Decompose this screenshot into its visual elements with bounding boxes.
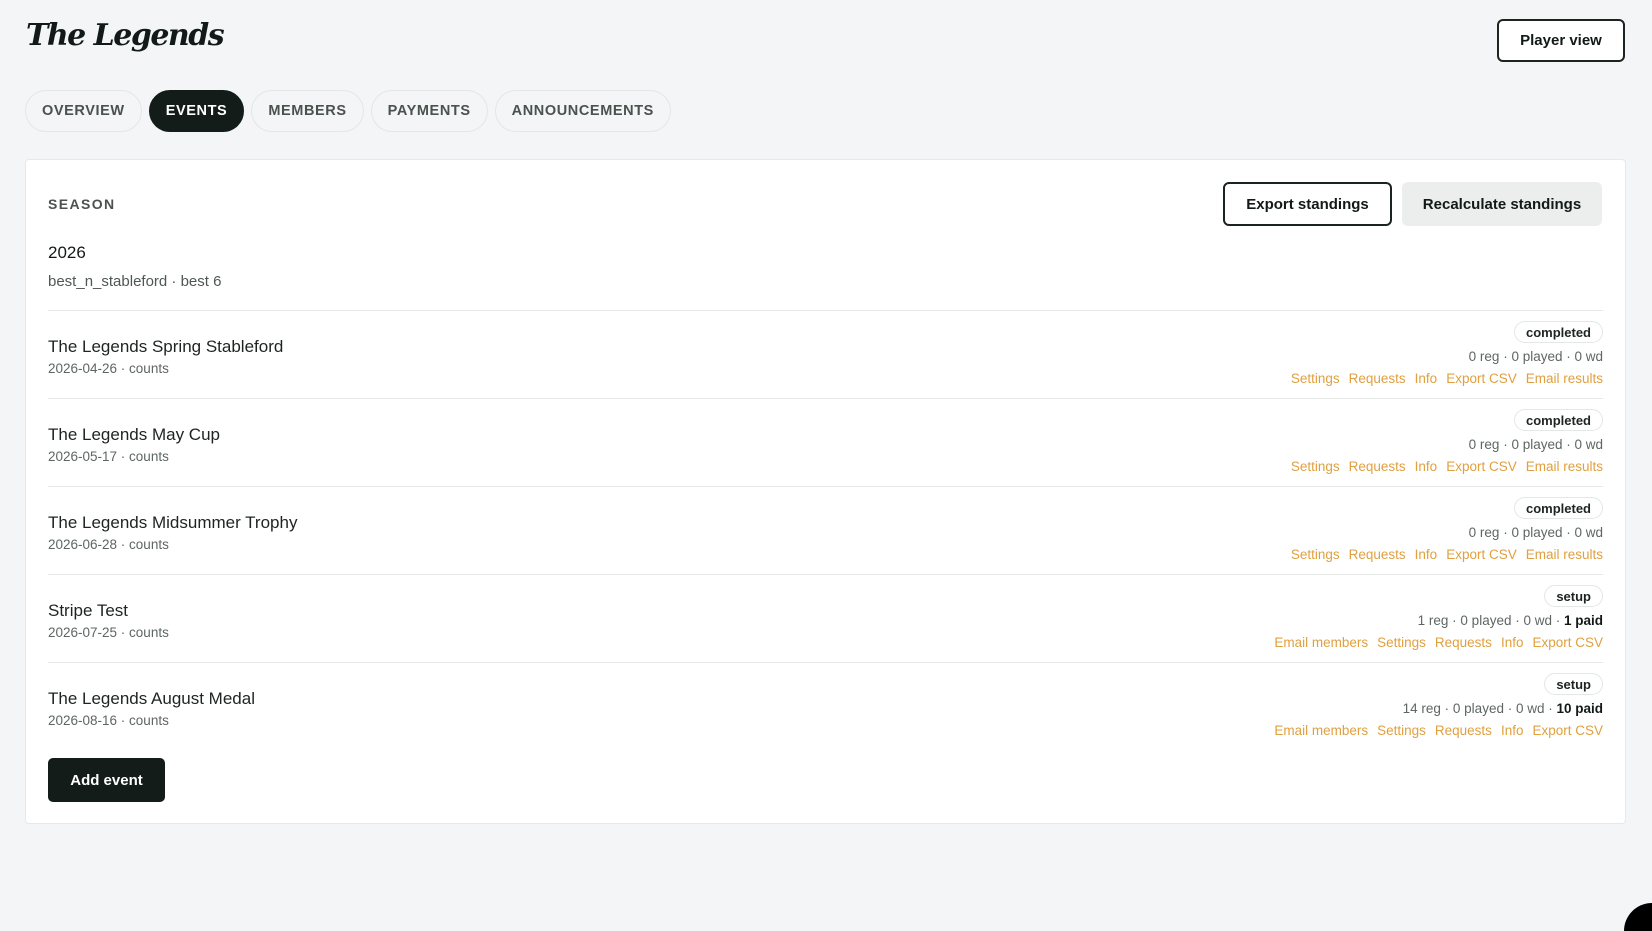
event-stats: 1 reg · 0 played · 0 wd · 1 paid [1418,612,1603,630]
event-paid-count: 10 paid [1556,701,1603,716]
app-logo: The Legends [26,18,225,53]
event-stats-counts: 0 reg · 0 played · 0 wd [1468,437,1603,452]
tab-announcements[interactable]: ANNOUNCEMENTS [494,90,671,132]
settings-link[interactable]: Settings [1291,458,1340,476]
player-view-button[interactable]: Player view [1497,19,1625,62]
email-results-link[interactable]: Email results [1526,458,1603,476]
event-name: The Legends Spring Stableford [48,337,284,356]
main-tabs: OVERVIEW EVENTS MEMBERS PAYMENTS ANNOUNC… [25,90,671,132]
season-card: SEASON Export standings Recalculate stan… [25,159,1626,824]
season-label: SEASON [48,196,116,212]
event-name: The Legends May Cup [48,425,220,444]
event-meta: 2026-05-17 · counts [48,449,169,464]
settings-link[interactable]: Settings [1291,370,1340,388]
email-results-link[interactable]: Email results [1526,370,1603,388]
event-row: The Legends August Medal 2026-08-16 · co… [48,662,1603,750]
event-name: The Legends August Medal [48,689,255,708]
tab-events[interactable]: EVENTS [148,90,245,132]
event-row: Stripe Test 2026-07-25 · counts setup 1 … [48,574,1603,662]
event-stats-counts: 1 reg · 0 played · 0 wd · [1417,613,1564,628]
status-badge: completed [1513,497,1603,519]
info-link[interactable]: Info [1415,370,1438,388]
email-members-link[interactable]: Email members [1274,634,1368,652]
event-stats-counts: 0 reg · 0 played · 0 wd [1468,349,1603,364]
event-actions: Email members Settings Requests Info Exp… [1274,722,1603,740]
requests-link[interactable]: Requests [1435,722,1492,740]
export-csv-link[interactable]: Export CSV [1446,370,1517,388]
export-csv-link[interactable]: Export CSV [1532,634,1603,652]
tab-payments[interactable]: PAYMENTS [370,90,488,132]
recalculate-standings-button[interactable]: Recalculate standings [1402,182,1602,226]
event-name: Stripe Test [48,601,129,620]
event-meta: 2026-07-25 · counts [48,625,169,640]
season-format: best_n_stableford · best 6 [48,273,222,290]
event-meta: 2026-04-26 · counts [48,361,169,376]
event-meta: 2026-08-16 · counts [48,713,169,728]
tab-members[interactable]: MEMBERS [251,90,364,132]
status-badge: setup [1544,585,1603,607]
event-stats: 14 reg · 0 played · 0 wd · 10 paid [1403,700,1603,718]
event-list: The Legends Spring Stableford 2026-04-26… [48,310,1603,750]
event-name: The Legends Midsummer Trophy [48,513,298,532]
info-link[interactable]: Info [1415,546,1438,564]
season-year: 2026 [48,243,86,262]
info-link[interactable]: Info [1415,458,1438,476]
event-actions: Email members Settings Requests Info Exp… [1274,634,1603,652]
status-badge: setup [1544,673,1603,695]
settings-link[interactable]: Settings [1377,722,1426,740]
event-stats-counts: 0 reg · 0 played · 0 wd [1468,525,1603,540]
event-paid-count: 1 paid [1563,613,1603,628]
event-row: The Legends Spring Stableford 2026-04-26… [48,310,1603,398]
info-link[interactable]: Info [1501,634,1524,652]
requests-link[interactable]: Requests [1349,370,1406,388]
requests-link[interactable]: Requests [1349,458,1406,476]
add-event-button[interactable]: Add event [48,758,165,802]
export-csv-link[interactable]: Export CSV [1532,722,1603,740]
event-actions: Settings Requests Info Export CSV Email … [1291,370,1603,388]
settings-link[interactable]: Settings [1291,546,1340,564]
window-corner [1624,903,1652,931]
event-actions: Settings Requests Info Export CSV Email … [1291,458,1603,476]
settings-link[interactable]: Settings [1377,634,1426,652]
info-link[interactable]: Info [1501,722,1524,740]
requests-link[interactable]: Requests [1349,546,1406,564]
tab-overview[interactable]: OVERVIEW [25,90,142,132]
event-row: The Legends Midsummer Trophy 2026-06-28 … [48,486,1603,574]
event-meta: 2026-06-28 · counts [48,537,169,552]
email-results-link[interactable]: Email results [1526,546,1603,564]
email-members-link[interactable]: Email members [1274,722,1368,740]
export-standings-button[interactable]: Export standings [1223,182,1392,226]
event-actions: Settings Requests Info Export CSV Email … [1291,546,1603,564]
export-csv-link[interactable]: Export CSV [1446,458,1517,476]
event-stats-counts: 14 reg · 0 played · 0 wd · [1402,701,1557,716]
status-badge: completed [1513,409,1603,431]
export-csv-link[interactable]: Export CSV [1446,546,1517,564]
event-row: The Legends May Cup 2026-05-17 · counts … [48,398,1603,486]
event-stats: 0 reg · 0 played · 0 wd [1469,436,1603,454]
requests-link[interactable]: Requests [1435,634,1492,652]
event-stats: 0 reg · 0 played · 0 wd [1469,348,1603,366]
status-badge: completed [1513,321,1603,343]
event-stats: 0 reg · 0 played · 0 wd [1469,524,1603,542]
